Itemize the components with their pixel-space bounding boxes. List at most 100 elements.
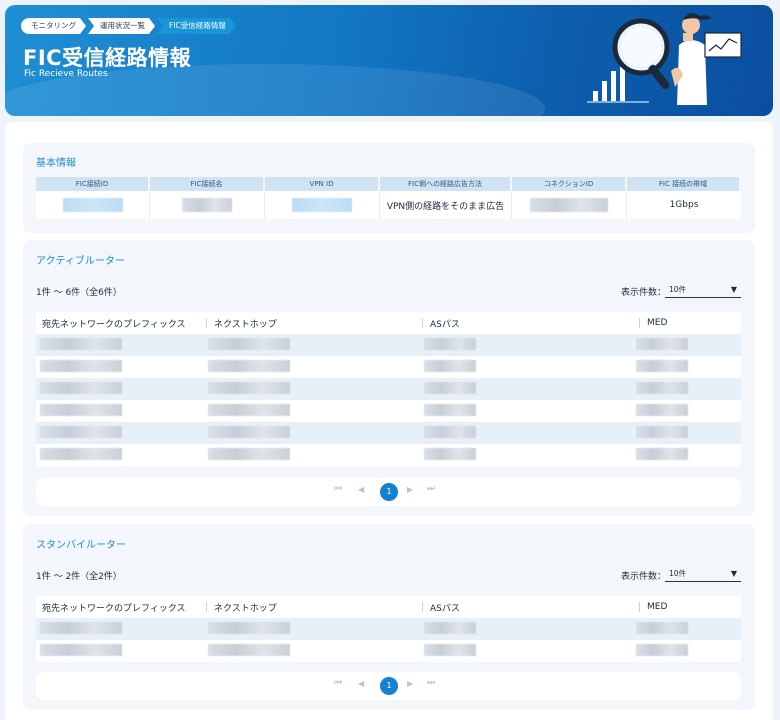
next-page-icon[interactable]: ▶ [407, 485, 413, 494]
redacted-value [208, 404, 290, 416]
column-divider [639, 318, 640, 328]
breadcrumb-monitoring[interactable]: モニタリング [21, 18, 86, 34]
redacted-value [636, 448, 688, 460]
value-bandwidth: 1Gbps [669, 200, 699, 210]
col-as-path: ASパス [430, 603, 460, 614]
col-as-path: ASパス [430, 319, 460, 330]
basic-info-table: FIC接続ID FIC接続名 VPN ID FIC側への経路広告方法 コネクショ… [36, 177, 741, 219]
value-fic-connection-name [150, 191, 265, 219]
col-fic-connection-id: FIC接続ID [36, 177, 150, 191]
redacted-value [424, 404, 476, 416]
page-title: FIC受信経路情報 [23, 46, 192, 70]
standby-table-header: 宛先ネットワークのプレフィックス ネクストホップ ASパス MED [36, 596, 741, 618]
redacted-value [208, 644, 290, 656]
redacted-value [40, 622, 122, 634]
redacted-value [62, 198, 123, 212]
standby-router-title: スタンバイルーター [36, 540, 126, 551]
redacted-value [208, 426, 290, 438]
next-page-icon[interactable]: ▶ [407, 679, 413, 688]
active-table-header: 宛先ネットワークのプレフィックス ネクストホップ ASパス MED [36, 312, 741, 334]
redacted-value [636, 338, 688, 350]
table-row [36, 356, 741, 378]
col-prefix: 宛先ネットワークのプレフィックス [42, 319, 186, 330]
redacted-value [636, 622, 688, 634]
page-button-1[interactable]: 1 [380, 677, 398, 695]
active-per-page-select[interactable]: 10件 ▼ [665, 282, 741, 298]
redacted-value [424, 448, 476, 460]
redacted-value [208, 360, 290, 372]
prev-page-icon[interactable]: ◀ [358, 485, 364, 494]
redacted-value [424, 360, 476, 372]
standby-router-card: スタンバイルーター 1件 ～ 2件（全2件） 表示件数： 10件 ▼ 宛先ネット… [23, 524, 755, 710]
basic-info-value-row: VPN側の経路をそのまま広告 1Gbps [36, 191, 741, 219]
standby-per-page-label: 表示件数： [621, 572, 667, 582]
caret-down-icon: ▼ [730, 285, 737, 294]
col-med: MED [647, 602, 668, 612]
col-fic-connection-name: FIC接続名 [150, 177, 265, 191]
standby-record-count: 1件 ～ 2件（全2件） [36, 572, 122, 582]
first-page-icon[interactable]: ⏮ [334, 678, 342, 688]
redacted-value [182, 198, 232, 212]
column-divider [206, 318, 207, 328]
redacted-value [636, 426, 688, 438]
value-vpn-id[interactable] [265, 191, 380, 219]
table-row [36, 618, 741, 640]
standby-per-page-select[interactable]: 10件 ▼ [665, 566, 741, 582]
value-route-advertise: VPN側の経路をそのまま広告 [380, 191, 512, 219]
first-page-icon[interactable]: ⏮ [334, 484, 342, 494]
table-row [36, 640, 741, 662]
redacted-value [424, 622, 476, 634]
redacted-value [208, 338, 290, 350]
breadcrumb: モニタリング 運用状況一覧 FIC受信経路情報 [21, 18, 238, 34]
main-panel: 基本情報 FIC接続ID FIC接続名 VPN ID FIC側への経路広告方法 … [5, 122, 773, 720]
standby-pagination: ⏮ ◀ 1 ▶ ⏭ [36, 672, 741, 700]
redacted-value [40, 448, 122, 460]
redacted-value [424, 338, 476, 350]
table-row [36, 378, 741, 400]
value-fic-connection-id[interactable] [36, 191, 150, 219]
redacted-value [424, 382, 476, 394]
redacted-value [530, 198, 608, 212]
page-header: モニタリング 運用状況一覧 FIC受信経路情報 FIC受信経路情報 Fic Re… [5, 5, 773, 116]
redacted-value [40, 426, 122, 438]
column-divider [206, 602, 207, 612]
redacted-value [40, 360, 122, 372]
standby-route-table: 宛先ネットワークのプレフィックス ネクストホップ ASパス MED [36, 596, 741, 662]
col-route-advertise: FIC側への経路広告方法 [380, 177, 512, 191]
magnifier-illustration [587, 13, 742, 105]
active-router-card: アクティブルーター 1件 ～ 6件（全6件） 表示件数： 10件 ▼ 宛先ネット… [23, 240, 755, 516]
last-page-icon[interactable]: ⏭ [427, 678, 435, 688]
basic-info-header-row: FIC接続ID FIC接続名 VPN ID FIC側への経路広告方法 コネクショ… [36, 177, 741, 191]
redacted-value [636, 382, 688, 394]
redacted-value [424, 644, 476, 656]
redacted-value [292, 198, 352, 212]
standby-per-page-value: 10件 [669, 569, 687, 578]
last-page-icon[interactable]: ⏭ [427, 484, 435, 494]
col-med: MED [647, 318, 668, 328]
redacted-value [636, 644, 688, 656]
active-per-page-value: 10件 [669, 285, 687, 294]
col-prefix: 宛先ネットワークのプレフィックス [42, 603, 186, 614]
redacted-value [636, 404, 688, 416]
prev-page-icon[interactable]: ◀ [358, 679, 364, 688]
breadcrumb-current: FIC受信経路情報 [157, 18, 236, 34]
col-bandwidth: FIC 接続の帯域 [627, 177, 741, 191]
redacted-value [636, 360, 688, 372]
col-next-hop: ネクストホップ [214, 319, 277, 330]
column-divider [422, 318, 423, 328]
redacted-value [208, 448, 290, 460]
col-vpn-id: VPN ID [265, 177, 380, 191]
table-row [36, 400, 741, 422]
redacted-value [208, 622, 290, 634]
redacted-value [40, 644, 122, 656]
redacted-value [40, 338, 122, 350]
active-record-count: 1件 ～ 6件（全6件） [36, 288, 122, 298]
value-connection-id [512, 191, 627, 219]
caret-down-icon: ▼ [730, 569, 737, 578]
breadcrumb-operation-list[interactable]: 運用状況一覧 [88, 18, 155, 34]
redacted-value [40, 382, 122, 394]
table-row [36, 422, 741, 444]
page-button-1[interactable]: 1 [380, 483, 398, 501]
col-next-hop: ネクストホップ [214, 603, 277, 614]
redacted-value [40, 404, 122, 416]
